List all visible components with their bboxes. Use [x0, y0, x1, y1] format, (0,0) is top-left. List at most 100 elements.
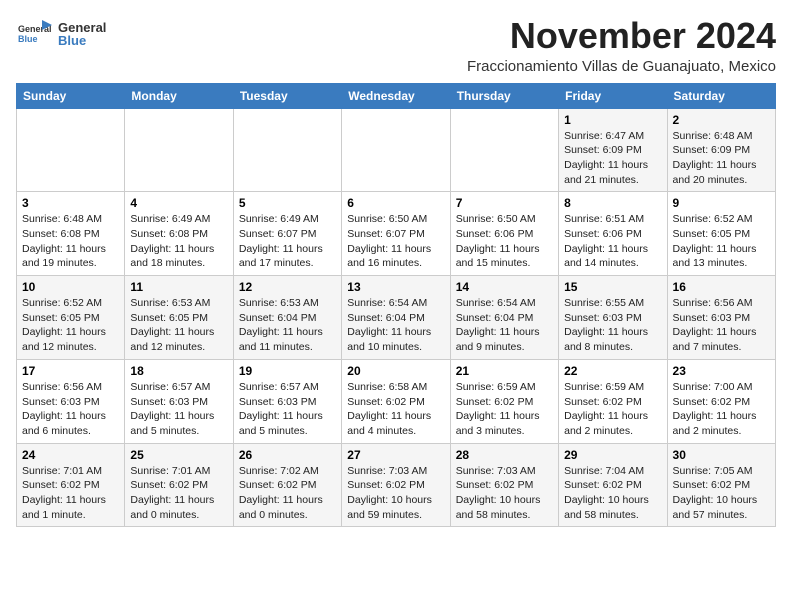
calendar-header-wednesday: Wednesday: [342, 83, 450, 108]
calendar-week-row: 3 Sunrise: 6:48 AMSunset: 6:08 PMDaylight…: [17, 192, 776, 276]
calendar-header-monday: Monday: [125, 83, 233, 108]
day-number: 6: [347, 196, 444, 210]
day-number: 22: [564, 364, 661, 378]
title-block: November 2024 Fraccionamiento Villas de …: [467, 16, 776, 75]
calendar-week-row: 24Sunrise: 7:01 AMSunset: 6:02 PMDayligh…: [17, 443, 776, 527]
day-info: Sunrise: 6:55 AMSunset: 6:03 PMDaylight:…: [564, 296, 661, 355]
day-info: Sunrise: 7:05 AMSunset: 6:02 PMDaylight:…: [673, 464, 770, 523]
day-info: Sunrise: 6:52 AMSunset: 6:05 PMDaylight:…: [673, 212, 770, 271]
day-info: Sunrise: 6:57 AMSunset: 6:03 PMDaylight:…: [130, 380, 227, 439]
calendar-cell: [450, 108, 558, 192]
day-info: Sunrise: 6:59 AMSunset: 6:02 PMDaylight:…: [456, 380, 553, 439]
calendar-cell: 26 Sunrise: 7:02 AMSunset: 6:02 PMDayligh…: [233, 443, 341, 527]
day-info: Sunrise: 7:01 AMSunset: 6:02 PMDaylight:…: [22, 464, 119, 523]
calendar-cell: 10 Sunrise: 6:52 AMSunset: 6:05 PMDayligh…: [17, 276, 125, 360]
day-number: 11: [130, 280, 227, 294]
day-number: 15: [564, 280, 661, 294]
calendar-table: SundayMondayTuesdayWednesdayThursdayFrid…: [16, 83, 776, 528]
day-number: 13: [347, 280, 444, 294]
calendar-cell: [125, 108, 233, 192]
logo-text-blue: Blue: [58, 33, 106, 48]
logo-icon: General Blue: [16, 16, 52, 52]
calendar-cell: [342, 108, 450, 192]
day-info: Sunrise: 6:54 AMSunset: 6:04 PMDaylight:…: [347, 296, 444, 355]
day-number: 26: [239, 448, 336, 462]
calendar-header-row: SundayMondayTuesdayWednesdayThursdayFrid…: [17, 83, 776, 108]
day-info: Sunrise: 7:03 AMSunset: 6:02 PMDaylight:…: [347, 464, 444, 523]
day-info: Sunrise: 6:50 AMSunset: 6:06 PMDaylight:…: [456, 212, 553, 271]
calendar-cell: 18 Sunrise: 6:57 AMSunset: 6:03 PMDayligh…: [125, 359, 233, 443]
page-header: General Blue General Blue November 2024 …: [16, 16, 776, 75]
day-info: Sunrise: 6:50 AMSunset: 6:07 PMDaylight:…: [347, 212, 444, 271]
day-info: Sunrise: 7:01 AMSunset: 6:02 PMDaylight:…: [130, 464, 227, 523]
calendar-cell: 4Sunrise: 6:49 AMSunset: 6:08 PMDaylight…: [125, 192, 233, 276]
calendar-header-tuesday: Tuesday: [233, 83, 341, 108]
calendar-cell: 7 Sunrise: 6:50 AMSunset: 6:06 PMDaylight…: [450, 192, 558, 276]
day-info: Sunrise: 6:48 AMSunset: 6:09 PMDaylight:…: [673, 129, 770, 188]
day-info: Sunrise: 7:00 AMSunset: 6:02 PMDaylight:…: [673, 380, 770, 439]
day-info: Sunrise: 6:47 AMSunset: 6:09 PMDaylight:…: [564, 129, 661, 188]
day-number: 16: [673, 280, 770, 294]
day-number: 14: [456, 280, 553, 294]
day-number: 7: [456, 196, 553, 210]
day-number: 19: [239, 364, 336, 378]
day-info: Sunrise: 6:52 AMSunset: 6:05 PMDaylight:…: [22, 296, 119, 355]
day-number: 21: [456, 364, 553, 378]
calendar-cell: 13 Sunrise: 6:54 AMSunset: 6:04 PMDayligh…: [342, 276, 450, 360]
calendar-cell: 24Sunrise: 7:01 AMSunset: 6:02 PMDayligh…: [17, 443, 125, 527]
calendar-header-sunday: Sunday: [17, 83, 125, 108]
day-info: Sunrise: 6:59 AMSunset: 6:02 PMDaylight:…: [564, 380, 661, 439]
day-info: Sunrise: 6:58 AMSunset: 6:02 PMDaylight:…: [347, 380, 444, 439]
day-number: 20: [347, 364, 444, 378]
calendar-cell: 5 Sunrise: 6:49 AMSunset: 6:07 PMDaylight…: [233, 192, 341, 276]
day-number: 3: [22, 196, 119, 210]
calendar-cell: 15 Sunrise: 6:55 AMSunset: 6:03 PMDayligh…: [559, 276, 667, 360]
month-title: November 2024: [467, 16, 776, 56]
calendar-cell: 19 Sunrise: 6:57 AMSunset: 6:03 PMDayligh…: [233, 359, 341, 443]
calendar-cell: 25 Sunrise: 7:01 AMSunset: 6:02 PMDayligh…: [125, 443, 233, 527]
day-info: Sunrise: 6:57 AMSunset: 6:03 PMDaylight:…: [239, 380, 336, 439]
day-number: 30: [673, 448, 770, 462]
day-number: 1: [564, 113, 661, 127]
day-info: Sunrise: 7:02 AMSunset: 6:02 PMDaylight:…: [239, 464, 336, 523]
day-info: Sunrise: 6:53 AMSunset: 6:05 PMDaylight:…: [130, 296, 227, 355]
svg-text:Blue: Blue: [18, 34, 38, 44]
calendar-cell: 6 Sunrise: 6:50 AMSunset: 6:07 PMDaylight…: [342, 192, 450, 276]
day-info: Sunrise: 6:48 AMSunset: 6:08 PMDaylight:…: [22, 212, 119, 271]
calendar-cell: 28Sunrise: 7:03 AMSunset: 6:02 PMDayligh…: [450, 443, 558, 527]
calendar-cell: 12Sunrise: 6:53 AMSunset: 6:04 PMDayligh…: [233, 276, 341, 360]
day-number: 2: [673, 113, 770, 127]
day-number: 23: [673, 364, 770, 378]
day-info: Sunrise: 6:54 AMSunset: 6:04 PMDaylight:…: [456, 296, 553, 355]
day-info: Sunrise: 6:49 AMSunset: 6:07 PMDaylight:…: [239, 212, 336, 271]
calendar-cell: 17 Sunrise: 6:56 AMSunset: 6:03 PMDayligh…: [17, 359, 125, 443]
day-number: 27: [347, 448, 444, 462]
day-number: 18: [130, 364, 227, 378]
calendar-week-row: 17 Sunrise: 6:56 AMSunset: 6:03 PMDayligh…: [17, 359, 776, 443]
calendar-cell: [233, 108, 341, 192]
day-number: 8: [564, 196, 661, 210]
calendar-cell: 14 Sunrise: 6:54 AMSunset: 6:04 PMDayligh…: [450, 276, 558, 360]
calendar-cell: 16 Sunrise: 6:56 AMSunset: 6:03 PMDayligh…: [667, 276, 775, 360]
day-number: 9: [673, 196, 770, 210]
logo: General Blue General Blue: [16, 16, 106, 52]
calendar-cell: 9 Sunrise: 6:52 AMSunset: 6:05 PMDaylight…: [667, 192, 775, 276]
day-info: Sunrise: 6:56 AMSunset: 6:03 PMDaylight:…: [673, 296, 770, 355]
calendar-cell: 30 Sunrise: 7:05 AMSunset: 6:02 PMDayligh…: [667, 443, 775, 527]
day-number: 10: [22, 280, 119, 294]
day-number: 12: [239, 280, 336, 294]
calendar-cell: 3 Sunrise: 6:48 AMSunset: 6:08 PMDaylight…: [17, 192, 125, 276]
location-subtitle: Fraccionamiento Villas de Guanajuato, Me…: [467, 58, 776, 75]
calendar-header-thursday: Thursday: [450, 83, 558, 108]
calendar-cell: 21 Sunrise: 6:59 AMSunset: 6:02 PMDayligh…: [450, 359, 558, 443]
day-number: 25: [130, 448, 227, 462]
calendar-cell: 29Sunrise: 7:04 AMSunset: 6:02 PMDayligh…: [559, 443, 667, 527]
day-info: Sunrise: 6:56 AMSunset: 6:03 PMDaylight:…: [22, 380, 119, 439]
calendar-cell: [17, 108, 125, 192]
day-number: 17: [22, 364, 119, 378]
calendar-cell: 22 Sunrise: 6:59 AMSunset: 6:02 PMDayligh…: [559, 359, 667, 443]
calendar-week-row: 1 Sunrise: 6:47 AMSunset: 6:09 PMDaylight…: [17, 108, 776, 192]
day-number: 29: [564, 448, 661, 462]
day-info: Sunrise: 7:03 AMSunset: 6:02 PMDaylight:…: [456, 464, 553, 523]
day-number: 5: [239, 196, 336, 210]
